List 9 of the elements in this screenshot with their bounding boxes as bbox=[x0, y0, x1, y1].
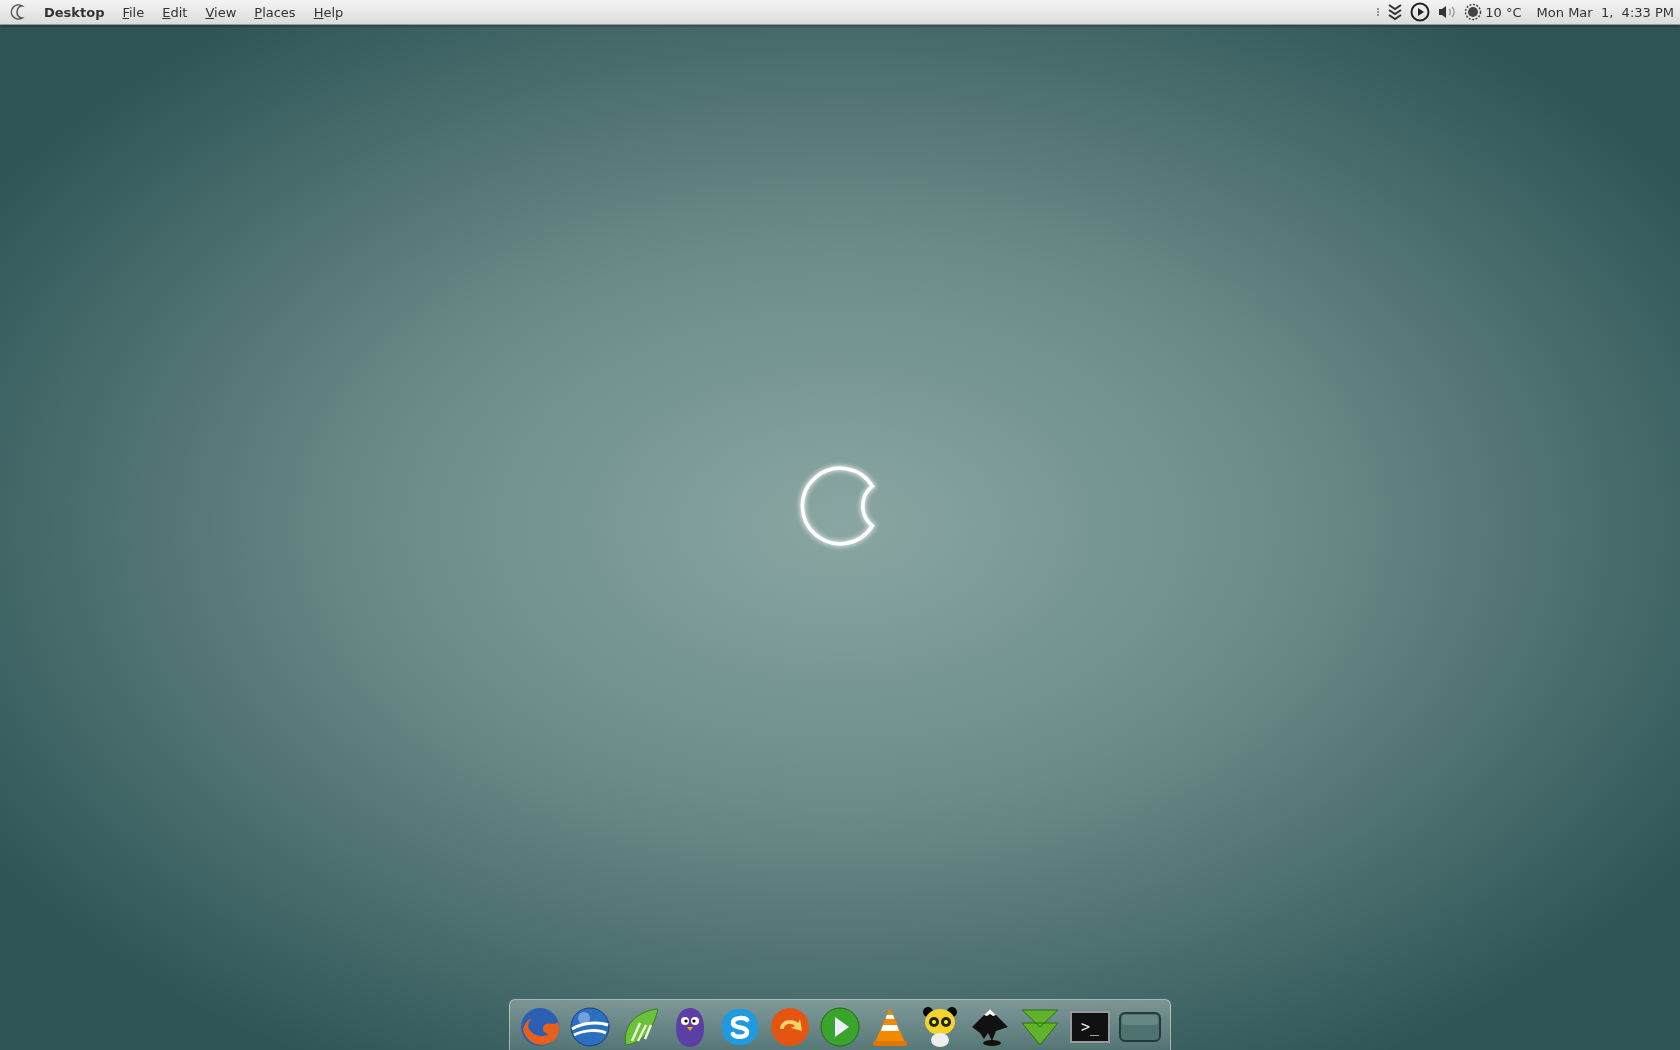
menu-item[interactable]: Edit bbox=[162, 4, 188, 20]
menu-item[interactable]: View bbox=[205, 4, 237, 20]
clock[interactable]: Mon Mar 1, 4:33 PM bbox=[1536, 4, 1674, 20]
terminal-icon[interactable]: >_ bbox=[1070, 1011, 1110, 1043]
menu-item[interactable]: Help bbox=[313, 4, 344, 20]
app-name: Desktop bbox=[44, 4, 105, 20]
menu-item[interactable]: File bbox=[122, 4, 145, 20]
weather-temperature[interactable]: 10 °C bbox=[1485, 4, 1522, 20]
menu-item[interactable]: Places bbox=[254, 4, 296, 20]
